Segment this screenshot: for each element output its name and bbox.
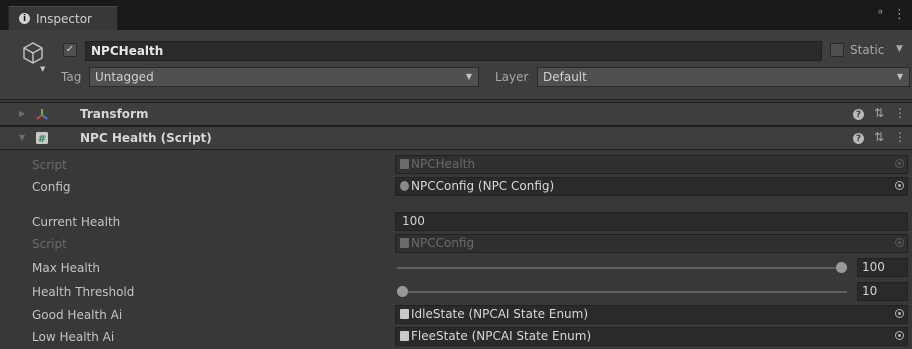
object-picker-icon bbox=[895, 238, 904, 247]
static-dropdown-icon[interactable]: ▼ bbox=[896, 44, 903, 54]
gameobject-cube-icon[interactable] bbox=[21, 41, 45, 65]
gameobject-header: ▼ ✓ NPCHealth Static ▼ Tag Untagged ▼ La… bbox=[0, 30, 912, 100]
component-npc-health-header[interactable]: ▼ # NPC Health (Script) ? ⇅ ⋮ bbox=[0, 126, 912, 150]
layer-label: Layer bbox=[495, 70, 529, 84]
good-health-ai-object-field[interactable]: IdleState (NPCAI State Enum) bbox=[395, 305, 908, 324]
help-icon[interactable]: ? bbox=[852, 109, 864, 120]
object-picker-icon[interactable] bbox=[895, 309, 904, 318]
chevron-down-icon: ▼ bbox=[896, 72, 903, 81]
health-threshold-slider-thumb[interactable] bbox=[397, 286, 408, 297]
property-good-health-ai: Good Health Ai IdleState (NPCAI State En… bbox=[0, 305, 912, 325]
presets-icon[interactable]: ⇅ bbox=[874, 106, 884, 120]
object-picker-icon[interactable] bbox=[895, 181, 904, 190]
layer-dropdown[interactable]: Default ▼ bbox=[537, 67, 910, 87]
inspector-window: i Inspector ᵃ ⋮ ▼ ✓ NPCHealth Static ▼ T… bbox=[0, 0, 912, 349]
property-label: Good Health Ai bbox=[32, 308, 123, 322]
fold-arrow-icon[interactable]: ▼ bbox=[19, 133, 25, 142]
script-file-icon bbox=[400, 309, 409, 319]
property-max-health: Max Health 100 bbox=[0, 258, 912, 278]
chevron-down-icon: ▼ bbox=[465, 72, 472, 81]
field-value: FleeState (NPCAI State Enum) bbox=[411, 329, 592, 343]
tag-value: Untagged bbox=[95, 70, 154, 84]
property-config-script: Script NPCConfig bbox=[0, 234, 912, 254]
current-health-input[interactable]: 100 bbox=[395, 212, 908, 231]
tab-title: Inspector bbox=[36, 11, 92, 26]
tab-bar: i Inspector ᵃ ⋮ bbox=[0, 0, 912, 30]
property-low-health-ai: Low Health Ai FleeState (NPCAI State Enu… bbox=[0, 327, 912, 347]
layer-value: Default bbox=[543, 70, 587, 84]
config-script-object-field: NPCConfig bbox=[395, 234, 908, 253]
lock-icon[interactable]: ᵃ bbox=[878, 7, 883, 22]
static-checkbox[interactable] bbox=[830, 43, 844, 57]
info-icon: i bbox=[19, 13, 30, 24]
transform-icon bbox=[36, 109, 48, 120]
component-tools: ? ⇅ ⋮ bbox=[852, 130, 906, 144]
script-icon: # bbox=[36, 132, 48, 145]
property-health-threshold: Health Threshold 10 bbox=[0, 282, 912, 302]
static-label: Static bbox=[850, 43, 885, 57]
tag-dropdown[interactable]: Untagged ▼ bbox=[89, 67, 479, 87]
component-name: NPC Health (Script) bbox=[80, 131, 212, 145]
scriptable-object-icon bbox=[400, 181, 409, 191]
fold-arrow-icon[interactable]: ▶ bbox=[19, 109, 25, 118]
property-config: Config NPCConfig (NPC Config) bbox=[0, 177, 912, 197]
property-label: Max Health bbox=[32, 261, 101, 275]
svg-text:#: # bbox=[38, 134, 46, 145]
property-label: Config bbox=[32, 180, 71, 194]
script-file-icon bbox=[400, 238, 409, 248]
health-threshold-input[interactable]: 10 bbox=[857, 282, 908, 301]
component-name: Transform bbox=[80, 107, 149, 121]
property-label: Health Threshold bbox=[32, 285, 135, 299]
active-checkbox[interactable]: ✓ bbox=[63, 43, 77, 57]
field-value: NPCHealth bbox=[411, 157, 475, 171]
kebab-menu-icon[interactable]: ⋮ bbox=[894, 106, 906, 120]
field-value: NPCConfig (NPC Config) bbox=[411, 179, 555, 193]
property-label: Low Health Ai bbox=[32, 330, 115, 344]
field-value: IdleState (NPCAI State Enum) bbox=[411, 307, 589, 321]
tag-label: Tag bbox=[61, 70, 82, 84]
chevron-down-icon[interactable]: ▼ bbox=[40, 65, 45, 73]
max-health-slider-thumb[interactable] bbox=[836, 262, 847, 273]
object-picker-icon bbox=[895, 159, 904, 168]
property-label: Script bbox=[32, 158, 67, 172]
property-label: Script bbox=[32, 237, 67, 251]
tab-inspector[interactable]: i Inspector bbox=[8, 6, 118, 30]
script-file-icon bbox=[400, 331, 409, 341]
field-value: NPCConfig bbox=[411, 236, 475, 250]
object-picker-icon[interactable] bbox=[895, 331, 904, 340]
kebab-menu-icon[interactable]: ⋮ bbox=[893, 7, 906, 22]
presets-icon[interactable]: ⇅ bbox=[874, 130, 884, 144]
component-transform-header[interactable]: ▶ Transform ? ⇅ ⋮ bbox=[0, 102, 912, 126]
low-health-ai-object-field[interactable]: FleeState (NPCAI State Enum) bbox=[395, 327, 908, 346]
tab-tools: ᵃ ⋮ bbox=[878, 7, 906, 22]
script-object-field: NPCHealth bbox=[395, 155, 908, 174]
script-file-icon bbox=[400, 159, 409, 169]
property-script: Script NPCHealth bbox=[0, 155, 912, 175]
kebab-menu-icon[interactable]: ⋮ bbox=[894, 130, 906, 144]
max-health-input[interactable]: 100 bbox=[857, 258, 908, 277]
property-label: Current Health bbox=[32, 215, 121, 229]
health-threshold-slider-track[interactable] bbox=[397, 291, 847, 293]
config-object-field[interactable]: NPCConfig (NPC Config) bbox=[395, 177, 908, 196]
component-tools: ? ⇅ ⋮ bbox=[852, 106, 906, 120]
max-health-slider-track[interactable] bbox=[397, 267, 847, 269]
property-current-health: Current Health 100 bbox=[0, 212, 912, 232]
gameobject-name-input[interactable]: NPCHealth bbox=[85, 41, 822, 61]
help-icon[interactable]: ? bbox=[852, 133, 864, 144]
